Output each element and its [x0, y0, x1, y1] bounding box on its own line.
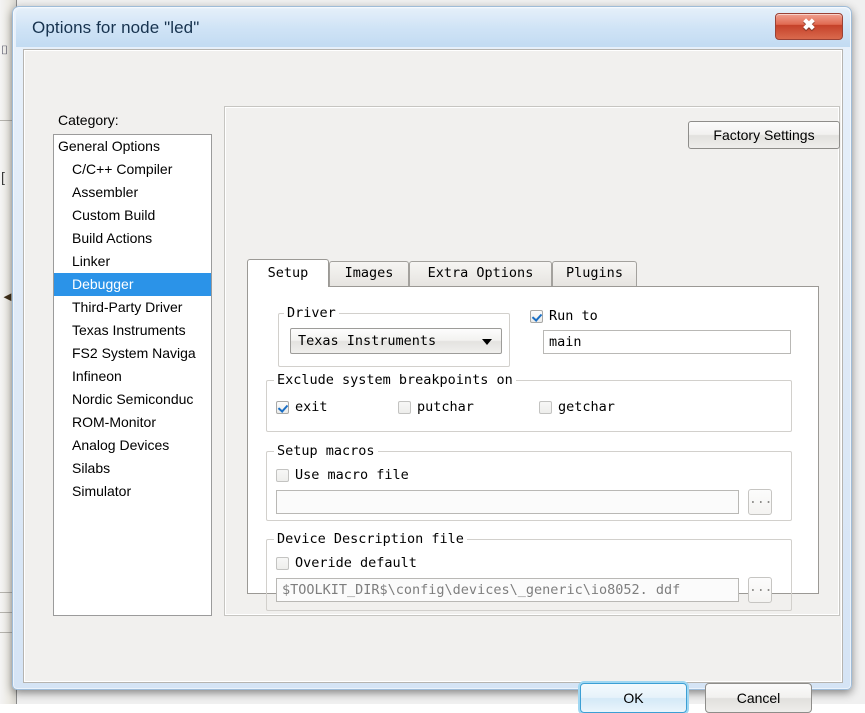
tab-extra-options[interactable]: Extra Options [409, 261, 552, 286]
category-item-debugger[interactable]: Debugger [54, 273, 211, 296]
use-macro-file-row[interactable]: Use macro file [276, 467, 409, 483]
exclude-putchar-row[interactable]: putchar [398, 399, 474, 415]
category-item-c-cpp-compiler[interactable]: C/C++ Compiler [54, 158, 211, 181]
use-macro-file-checkbox[interactable] [276, 468, 289, 482]
exclude-exit-label: exit [295, 399, 328, 415]
macro-file-browse-button[interactable]: ... [748, 489, 772, 515]
category-item-third-party-driver[interactable]: Third-Party Driver [54, 296, 211, 319]
exclude-breakpoints-group-label: Exclude system breakpoints on [274, 373, 516, 387]
category-item-infineon[interactable]: Infineon [54, 365, 211, 388]
tab-images[interactable]: Images [329, 261, 409, 286]
driver-selected-value: Texas Instruments [298, 333, 437, 349]
ok-button[interactable]: OK [580, 683, 687, 713]
options-panel: Factory Settings Setup Images Extra Opti… [224, 106, 840, 616]
background-glyph-1: ⌷ [1, 43, 9, 57]
category-item-rom-monitor[interactable]: ROM-Monitor [54, 411, 211, 434]
tab-panel-setup: Driver Texas Instruments Run to main Exc… [247, 286, 819, 611]
category-item-nordic-semiconductor[interactable]: Nordic Semiconduc [54, 388, 211, 411]
category-item-custom-build[interactable]: Custom Build [54, 204, 211, 227]
category-item-fs2-system-navigator[interactable]: FS2 System Naviga [54, 342, 211, 365]
override-default-label: Overide default [295, 555, 417, 571]
chevron-down-icon [482, 339, 492, 345]
category-listbox[interactable]: General Options C/C++ Compiler Assembler… [53, 134, 212, 616]
driver-combobox[interactable]: Texas Instruments [290, 328, 502, 354]
exclude-getchar-label: getchar [558, 399, 615, 415]
options-dialog: Options for node "led" ✖ Category: Gener… [12, 6, 852, 713]
tab-strip: Setup Images Extra Options Plugins [247, 259, 819, 287]
tab-setup[interactable]: Setup [247, 259, 329, 287]
category-item-linker[interactable]: Linker [54, 250, 211, 273]
exclude-exit-row[interactable]: exit [276, 399, 328, 415]
dialog-title-bar[interactable]: Options for node "led" ✖ [16, 9, 850, 47]
dialog-title-text: Options for node "led" [32, 18, 200, 37]
driver-group-label: Driver [284, 306, 339, 320]
run-to-input[interactable]: main [543, 330, 791, 354]
category-item-simulator[interactable]: Simulator [54, 480, 211, 503]
run-to-label: Run to [549, 308, 598, 324]
exclude-exit-checkbox[interactable] [276, 400, 289, 414]
category-item-build-actions[interactable]: Build Actions [54, 227, 211, 250]
category-label: Category: [58, 112, 119, 128]
override-default-checkbox[interactable] [276, 556, 289, 570]
close-x-icon: ✖ [802, 17, 816, 34]
exclude-putchar-label: putchar [417, 399, 474, 415]
use-macro-file-label: Use macro file [295, 467, 409, 483]
exclude-getchar-checkbox[interactable] [539, 400, 552, 414]
run-to-checkbox[interactable] [530, 309, 543, 323]
category-item-silabs[interactable]: Silabs [54, 457, 211, 480]
category-item-texas-instruments[interactable]: Texas Instruments [54, 319, 211, 342]
exclude-putchar-checkbox[interactable] [398, 400, 411, 414]
category-item-general-options[interactable]: General Options [54, 135, 211, 158]
device-description-path-input[interactable]: $TOOLKIT_DIR$\config\devices\_generic\io… [276, 578, 739, 602]
run-to-checkbox-row[interactable]: Run to [530, 308, 598, 324]
dialog-client-area: Category: General Options C/C++ Compiler… [23, 49, 843, 713]
exclude-getchar-row[interactable]: getchar [539, 399, 615, 415]
tab-plugins[interactable]: Plugins [552, 261, 637, 286]
setup-macros-group-label: Setup macros [274, 444, 378, 458]
macro-file-path-input[interactable] [276, 490, 739, 514]
close-button[interactable]: ✖ [775, 13, 843, 40]
override-default-row[interactable]: Overide default [276, 555, 417, 571]
cancel-button[interactable]: Cancel [705, 683, 812, 713]
category-item-assembler[interactable]: Assembler [54, 181, 211, 204]
category-item-analog-devices[interactable]: Analog Devices [54, 434, 211, 457]
device-description-group-label: Device Description file [274, 532, 467, 546]
factory-settings-button[interactable]: Factory Settings [688, 121, 840, 149]
device-description-browse-button[interactable]: ... [748, 577, 772, 603]
background-glyph-2: [ [1, 169, 5, 185]
